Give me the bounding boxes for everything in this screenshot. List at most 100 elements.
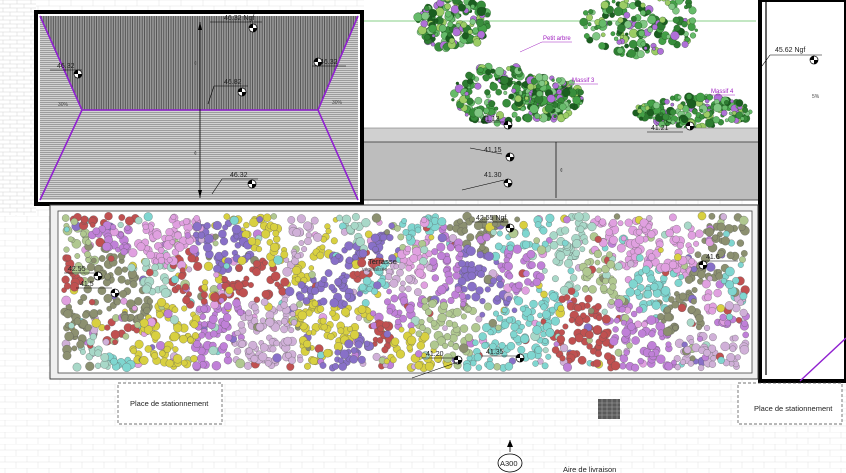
plant-dot [269,345,277,353]
plant-dot [510,330,518,339]
plant-dot [274,281,280,287]
plant-dot [687,231,697,240]
plant-dot [287,216,296,224]
plant-dot [129,280,138,289]
plant-dot [225,334,233,342]
plant-dot [657,313,665,321]
plant-dot [537,245,547,255]
plant-dot [542,310,551,319]
shrub-dot [619,34,624,39]
shrub-dot [444,10,452,18]
plant-dot [604,352,612,361]
plant-dot [484,286,491,293]
plant-dot [584,294,593,303]
shrub-dot [500,75,509,85]
plant-dot [94,349,102,357]
plant-dot [324,269,333,277]
shrub-dot [624,43,629,49]
plant-dot [437,233,447,243]
plant-dot [594,235,602,243]
plant-dot [623,349,630,356]
plant-dot [478,332,487,341]
plant-dot [734,354,741,361]
plant-dot [569,274,578,282]
plant-dot [292,265,301,275]
plant-dot [270,213,277,220]
shrub-dot [483,107,490,114]
plant-dot [465,306,472,313]
dimension-mark: ¢ [560,168,563,174]
plant-dot [684,275,693,284]
plant-dot [104,273,111,280]
plant-dot [357,305,367,314]
shrub-dot [724,100,729,105]
plant-dot [613,213,621,220]
parking-right-label: Place de stationnement [754,404,833,413]
plant-dot [280,250,289,259]
plant-dot [599,284,608,293]
plant-dot [370,233,380,243]
plant-dot [479,244,486,251]
plant-dot [723,230,730,238]
plant-dot [521,229,530,238]
plant-dot [253,260,261,268]
plant-dot [320,276,328,283]
plant-dot [213,264,222,273]
plant-dot [63,282,71,290]
plant-dot [261,229,271,239]
plant-dot [602,277,609,285]
plant-dot [614,348,623,357]
plant-dot [352,213,360,221]
shrub-dot [634,0,642,7]
plant-dot [212,220,222,231]
plant-dot [203,242,213,253]
plant-dot [80,349,86,355]
plant-dot [568,317,575,324]
shrub-dot [428,9,438,18]
plant-dot [452,271,461,280]
shrub-dot [623,11,631,19]
plant-dot [182,283,190,291]
plant-dot [170,214,177,220]
plant-dot [399,296,409,305]
plant-dot [534,221,542,229]
plant-dot [614,262,623,271]
plant-dot [193,340,201,348]
plant-dot [225,351,231,358]
plant-dot [405,275,413,283]
plant-dot [89,333,97,341]
plant-dot [178,272,186,280]
shrub-dot [713,103,722,113]
plant-dot [157,256,166,265]
plant-dot [273,235,281,243]
shrub-dot [670,102,675,107]
plant-dot [459,324,469,333]
shrub-dot [677,95,682,100]
plant-dot [384,229,390,235]
plant-dot [110,329,120,340]
plant-dot [350,330,360,340]
plant-dot [606,251,613,258]
plant-dot [222,224,229,231]
plant-dot [219,342,228,351]
plant-dot [672,235,680,243]
plant-dot [647,274,656,283]
plant-dot [479,311,486,318]
plant-dot [341,300,348,307]
plant-dot [319,362,327,369]
plant-dot [676,241,684,250]
shrub-dot [645,9,652,15]
plant-dot [172,346,179,353]
plant-dot [405,264,413,272]
section-marker-label: A300 [500,459,518,468]
plant-dot [526,314,535,322]
plant-dot [175,242,185,252]
plant-dot [208,345,218,356]
level-right-building: 45.62 Ngf [775,47,805,54]
plant-dot [488,318,497,328]
plant-dot [545,353,552,360]
plant-dot [341,277,348,284]
plant-dot [421,297,429,305]
plant-dot [563,362,572,372]
plant-dot [560,343,569,353]
